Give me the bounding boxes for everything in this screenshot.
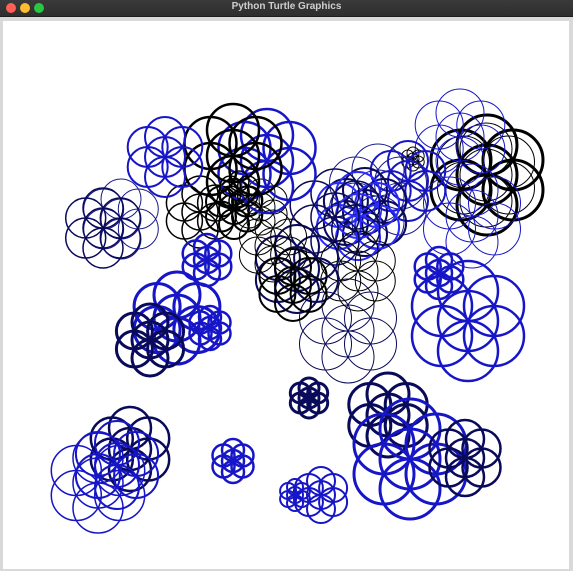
rosette (64, 187, 142, 269)
rosette (211, 437, 255, 485)
rosette-drawing (50, 88, 545, 534)
window-title: Python Turtle Graphics (231, 1, 342, 12)
rosette (299, 278, 397, 384)
rosette (217, 107, 317, 215)
rosette (429, 113, 545, 237)
rosette (126, 116, 204, 198)
rosette (288, 376, 330, 420)
turtle-window: Python Turtle Graphics (0, 0, 573, 571)
rosette (258, 248, 328, 322)
rosette (181, 232, 233, 288)
canvas-frame (0, 17, 573, 571)
title-bar[interactable]: Python Turtle Graphics (0, 0, 573, 17)
turtle-canvas[interactable] (3, 21, 569, 569)
